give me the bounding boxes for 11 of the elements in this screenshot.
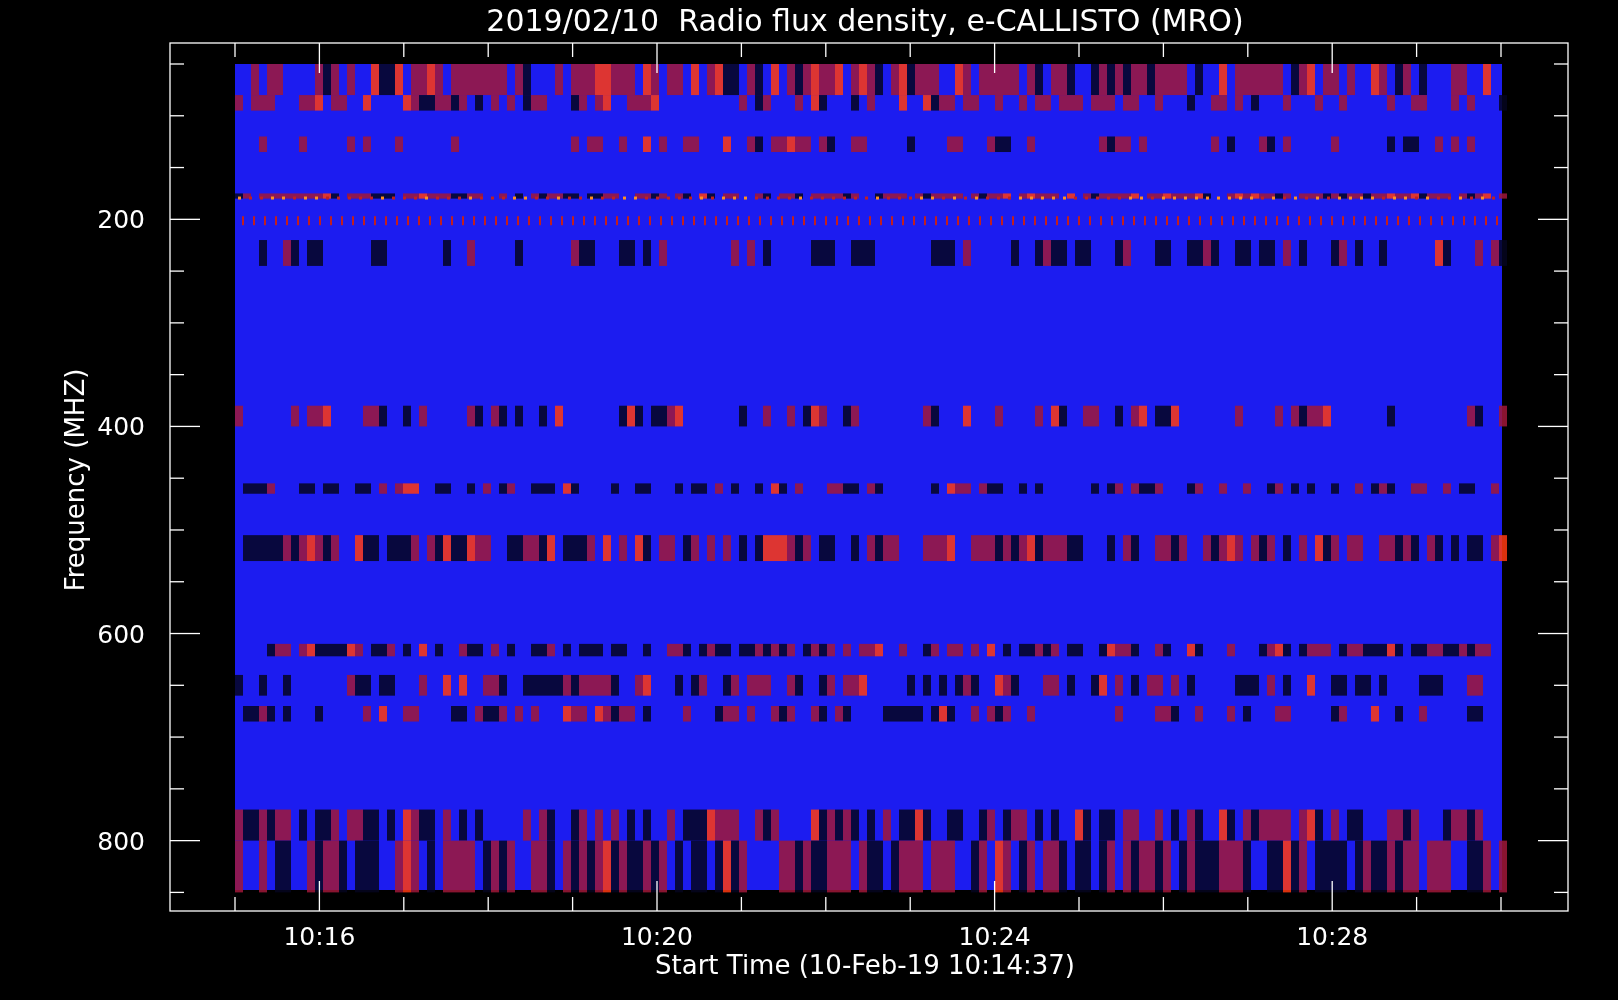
tick-label: 400 (97, 412, 145, 442)
plot-title: 2019/02/10 Radio flux density, e-CALLISTO (MRO) (486, 3, 1244, 38)
tick-label: 800 (97, 826, 145, 856)
tick-label: 10:28 (1296, 922, 1369, 951)
axis-label: Start Time (10-Feb-19 10:14:37) (655, 950, 1075, 980)
tick-label: 600 (97, 619, 145, 649)
tick-label: 200 (97, 205, 145, 235)
tick-label: 10:24 (958, 922, 1031, 951)
tick-label: 10:16 (283, 922, 356, 951)
tick-label: 10:20 (621, 922, 693, 951)
axis-label: Frequency (MHZ) (60, 368, 90, 592)
